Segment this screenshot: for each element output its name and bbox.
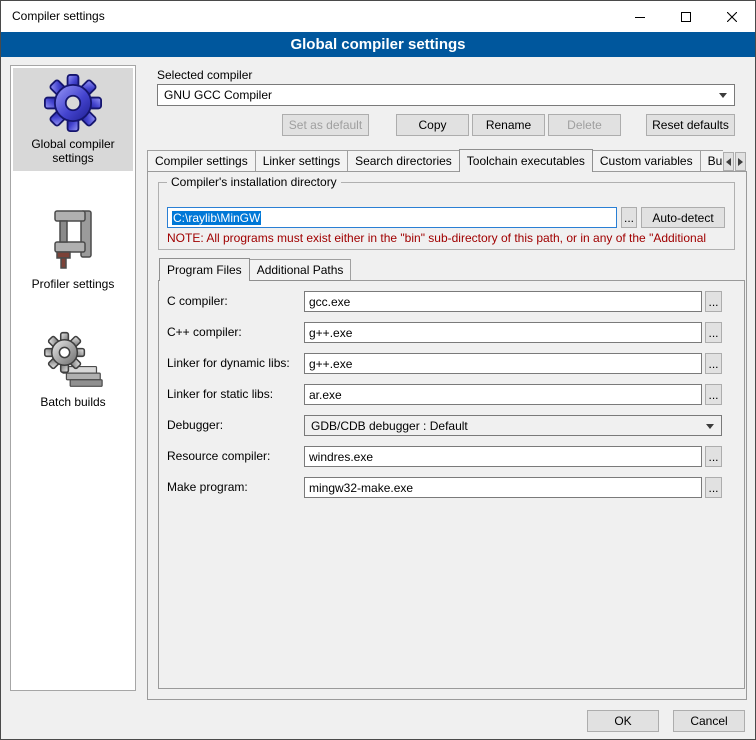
tab-additional-paths[interactable]: Additional Paths [249, 259, 352, 281]
c-compiler-label: C compiler: [167, 294, 228, 308]
installation-directory-value: C:\raylib\MinGW [172, 211, 261, 225]
field-row-make-program: Make program: mingw32-make.exe ... [167, 477, 735, 498]
c-compiler-value: gcc.exe [309, 295, 350, 309]
ok-button[interactable]: OK [587, 710, 659, 732]
make-program-browse-button[interactable]: ... [705, 477, 722, 498]
window-title: Compiler settings [12, 9, 105, 23]
tab-toolchain-executables[interactable]: Toolchain executables [459, 149, 593, 172]
minimize-icon [635, 12, 645, 22]
field-row-linker-static: Linker for static libs: ar.exe ... [167, 384, 735, 405]
installation-directory-input[interactable]: C:\raylib\MinGW [167, 207, 617, 228]
linker-dynamic-value: g++.exe [309, 357, 352, 371]
copy-button[interactable]: Copy [396, 114, 469, 136]
make-program-value: mingw32-make.exe [309, 481, 413, 495]
sidebar-item-global-compiler-settings[interactable]: Global compiler settings [13, 68, 133, 171]
cancel-button[interactable]: Cancel [673, 710, 745, 732]
caption-buttons [617, 1, 755, 32]
installation-directory-group-title: Compiler's installation directory [167, 175, 341, 189]
sidebar-item-profiler-settings[interactable]: Profiler settings [13, 202, 133, 297]
selected-compiler-combobox[interactable]: GNU GCC Compiler [157, 84, 735, 106]
tab-custom-variables[interactable]: Custom variables [592, 150, 701, 172]
resource-compiler-label: Resource compiler: [167, 449, 270, 463]
dialog-header: Global compiler settings [1, 32, 755, 57]
tab-scroll-left-icon [726, 158, 731, 166]
main-tabbar: Compiler settings Linker settings Search… [147, 149, 723, 172]
auto-detect-button[interactable]: Auto-detect [641, 207, 725, 228]
resource-compiler-input[interactable]: windres.exe [304, 446, 702, 467]
chevron-down-icon [706, 424, 714, 429]
sidebar-item-label: Batch builds [13, 395, 133, 415]
linker-static-value: ar.exe [309, 388, 342, 402]
chevron-down-icon [719, 93, 727, 98]
linker-dynamic-input[interactable]: g++.exe [304, 353, 702, 374]
profiler-clamp-icon [13, 208, 133, 275]
tab-scroll-right-button[interactable] [735, 152, 746, 171]
linker-dynamic-label: Linker for dynamic libs: [167, 356, 290, 370]
minimize-button[interactable] [617, 1, 663, 32]
rename-button[interactable]: Rename [472, 114, 545, 136]
debugger-value: GDB/CDB debugger : Default [311, 419, 468, 433]
tab-compiler-settings[interactable]: Compiler settings [147, 150, 256, 172]
cpp-compiler-input[interactable]: g++.exe [304, 322, 702, 343]
field-row-resource-compiler: Resource compiler: windres.exe ... [167, 446, 735, 467]
resource-compiler-browse-button[interactable]: ... [705, 446, 722, 467]
delete-button[interactable]: Delete [548, 114, 621, 136]
field-row-c-compiler: C compiler: gcc.exe ... [167, 291, 735, 312]
c-compiler-browse-button[interactable]: ... [705, 291, 722, 312]
selected-compiler-value: GNU GCC Compiler [164, 88, 272, 102]
selected-compiler-label: Selected compiler [157, 68, 252, 82]
maximize-button[interactable] [663, 1, 709, 32]
sidebar: Global compiler settings Profiler settin… [10, 65, 136, 691]
sidebar-item-label: Global compiler settings [13, 137, 133, 171]
resource-compiler-value: windres.exe [309, 450, 373, 464]
install-dir-browse-button[interactable]: ... [621, 207, 637, 228]
program-tabbar: Program Files Additional Paths [159, 258, 559, 281]
close-button[interactable] [709, 1, 755, 32]
compiler-settings-window: Compiler settings Global compiler settin… [0, 0, 756, 740]
linker-dynamic-browse-button[interactable]: ... [705, 353, 722, 374]
field-row-cpp-compiler: C++ compiler: g++.exe ... [167, 322, 735, 343]
cpp-compiler-label: C++ compiler: [167, 325, 242, 339]
make-program-label: Make program: [167, 480, 248, 494]
tab-scroll-right-icon [738, 158, 743, 166]
debugger-label: Debugger: [167, 418, 223, 432]
batch-builds-gear-stack-icon [13, 330, 133, 393]
tab-scroll-left-button[interactable] [723, 152, 734, 171]
cpp-compiler-browse-button[interactable]: ... [705, 322, 722, 343]
tab-linker-settings[interactable]: Linker settings [255, 150, 348, 172]
field-row-linker-dynamic: Linker for dynamic libs: g++.exe ... [167, 353, 735, 374]
linker-static-input[interactable]: ar.exe [304, 384, 702, 405]
linker-static-label: Linker for static libs: [167, 387, 273, 401]
field-row-debugger: Debugger: GDB/CDB debugger : Default [167, 415, 735, 436]
tab-program-files[interactable]: Program Files [159, 258, 250, 281]
maximize-icon [681, 12, 691, 22]
c-compiler-input[interactable]: gcc.exe [304, 291, 702, 312]
close-icon [727, 12, 737, 22]
tab-search-directories[interactable]: Search directories [347, 150, 460, 172]
cpp-compiler-value: g++.exe [309, 326, 352, 340]
sidebar-item-batch-builds[interactable]: Batch builds [13, 324, 133, 415]
sidebar-item-label: Profiler settings [13, 277, 133, 297]
tab-build-options-truncated[interactable]: Buil [700, 150, 723, 172]
debugger-combobox[interactable]: GDB/CDB debugger : Default [304, 415, 722, 436]
gear-blue-icon [13, 74, 133, 135]
titlebar[interactable]: Compiler settings [1, 1, 755, 32]
linker-static-browse-button[interactable]: ... [705, 384, 722, 405]
set-as-default-button[interactable]: Set as default [282, 114, 369, 136]
reset-defaults-button[interactable]: Reset defaults [646, 114, 735, 136]
install-dir-note: NOTE: All programs must exist either in … [167, 231, 727, 246]
make-program-input[interactable]: mingw32-make.exe [304, 477, 702, 498]
